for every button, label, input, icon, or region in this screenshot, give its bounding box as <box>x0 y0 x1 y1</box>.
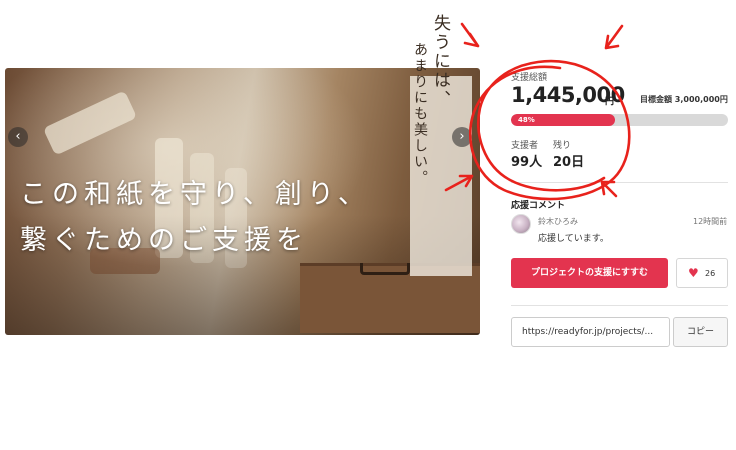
chevron-left-icon: ‹ <box>15 129 21 144</box>
supporters-label: 支援者 <box>511 141 539 151</box>
annotation-arrow-bottom-right <box>600 180 618 198</box>
hero-vertical-text-1: 失うには、 <box>430 14 450 109</box>
funding-progress-bar <box>511 114 728 126</box>
hero-headline-2: 繋ぐためのご支援を <box>20 225 308 256</box>
heart-icon: ♥ <box>688 266 699 280</box>
like-button[interactable]: ♥ 26 <box>676 258 728 288</box>
divider <box>511 182 728 183</box>
drawer-handle-shape <box>360 263 410 275</box>
supporters-count: 99人 <box>511 155 543 170</box>
project-url-field[interactable]: https://readyfor.jp/projects/... <box>511 317 670 347</box>
total-funding-label: 支援総額 <box>511 73 548 83</box>
total-funding-unit: 円 <box>605 97 615 107</box>
annotation-circle <box>468 59 631 201</box>
remaining-label: 残り <box>553 141 572 151</box>
comments-section-title: 応援コメント <box>511 201 566 211</box>
divider <box>511 305 728 306</box>
comment-time: 12時間前 <box>693 217 728 226</box>
like-count: 26 <box>705 269 716 278</box>
carousel-next-button[interactable]: › <box>452 127 472 147</box>
annotation-arrow-top-right <box>604 24 624 50</box>
remaining-days: 20日 <box>553 155 585 170</box>
support-project-button[interactable]: プロジェクトの支援にすすむ <box>511 258 668 288</box>
comment-body: 応援しています。 <box>538 234 609 244</box>
hero-vertical-text-2: あまりにも美しい。 <box>412 42 428 186</box>
copy-url-button[interactable]: コピー <box>673 317 728 347</box>
goal-amount: 目標金額 3,000,000円 <box>640 95 728 104</box>
avatar[interactable] <box>511 214 531 234</box>
carousel-prev-button[interactable]: ‹ <box>8 127 28 147</box>
chevron-right-icon: › <box>459 129 465 144</box>
annotation-arrow-top-left <box>460 22 480 48</box>
funding-progress-percent: 48% <box>518 116 535 124</box>
comment-author[interactable]: 鈴木ひろみ <box>538 216 578 227</box>
hero-headline-1: この和紙を守り、創り、 <box>20 179 370 210</box>
